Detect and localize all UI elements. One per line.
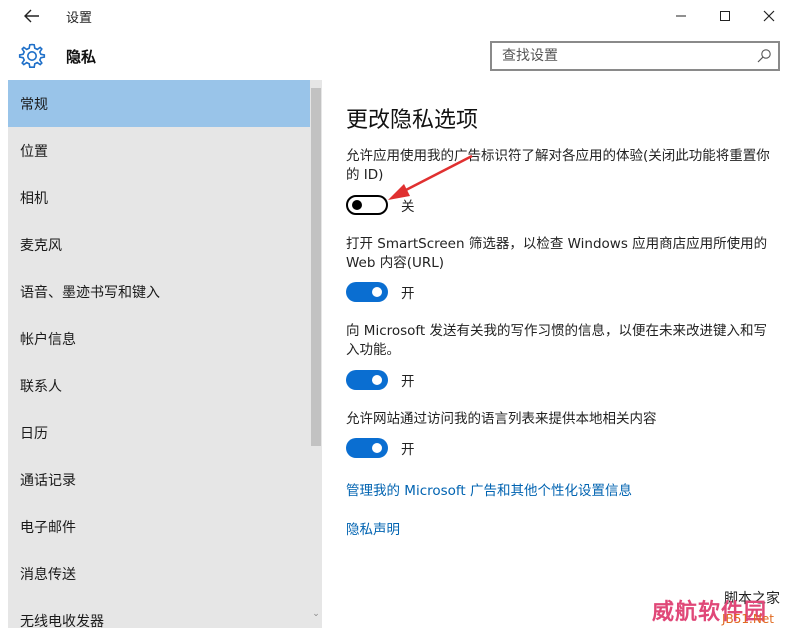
toggle-knob — [352, 200, 362, 210]
scroll-down-icon[interactable]: ⌄ — [310, 608, 322, 620]
section-title: 更改隐私选项 — [346, 108, 479, 133]
toggle-knob — [372, 443, 382, 453]
sidebar-item-label: 相机 — [20, 190, 48, 207]
toggle-knob — [372, 375, 382, 385]
sidebar-edge — [0, 80, 8, 628]
search-icon[interactable] — [756, 48, 772, 64]
toggle-language-list[interactable] — [346, 438, 388, 458]
page-header: 隐私 — [0, 32, 800, 80]
search-input[interactable] — [492, 43, 748, 69]
annotation-arrow-icon — [388, 154, 473, 200]
sidebar-item-label: 通话记录 — [20, 472, 76, 489]
minimize-button[interactable] — [658, 0, 704, 32]
sidebar-item-general[interactable]: 常规 — [8, 80, 310, 127]
manage-ads-link[interactable]: 管理我的 Microsoft 广告和其他个性化设置信息 — [346, 479, 632, 499]
toggle-knob — [372, 287, 382, 297]
sidebar: 常规 位置 相机 麦克风 语音、墨迹书写和键入 帐户信息 联系人 日历 通话记录… — [0, 80, 322, 628]
toggle-writing[interactable] — [346, 370, 388, 390]
sidebar-item-label: 日历 — [20, 425, 48, 442]
sidebar-item-speech-inking-typing[interactable]: 语音、墨迹书写和键入 — [8, 268, 310, 315]
setting-smartscreen-row: 开 — [346, 281, 415, 303]
title-bar: 设置 — [0, 0, 800, 32]
watermark-site-text: JB51.Net — [722, 612, 774, 626]
sidebar-item-call-history[interactable]: 通话记录 — [8, 456, 310, 503]
sidebar-item-microphone[interactable]: 麦克风 — [8, 221, 310, 268]
gear-icon — [18, 43, 46, 68]
scrollbar-thumb[interactable] — [311, 88, 321, 446]
settings-window: 设置 隐私 常规 位置 — [0, 0, 800, 628]
sidebar-item-camera[interactable]: 相机 — [8, 174, 310, 221]
toggle-state-label: 开 — [401, 286, 415, 302]
setting-writing-row: 开 — [346, 369, 415, 391]
sidebar-item-label: 无线电收发器 — [20, 613, 104, 628]
sidebar-item-label: 帐户信息 — [20, 331, 76, 348]
privacy-statement-link[interactable]: 隐私声明 — [346, 518, 400, 538]
window-title: 设置 — [66, 11, 93, 26]
sidebar-item-label: 常规 — [20, 96, 48, 113]
toggle-state-label: 开 — [401, 442, 415, 458]
sidebar-item-contacts[interactable]: 联系人 — [8, 362, 310, 409]
sidebar-item-messaging[interactable]: 消息传送 — [8, 550, 310, 597]
sidebar-item-email[interactable]: 电子邮件 — [8, 503, 310, 550]
minimize-icon — [676, 15, 686, 17]
sidebar-list: 常规 位置 相机 麦克风 语音、墨迹书写和键入 帐户信息 联系人 日历 通话记录… — [8, 80, 310, 628]
search-box[interactable] — [490, 41, 780, 71]
sidebar-item-location[interactable]: 位置 — [8, 127, 310, 174]
close-button[interactable] — [746, 0, 792, 32]
sidebar-item-account-info[interactable]: 帐户信息 — [8, 315, 310, 362]
page-title: 隐私 — [66, 48, 97, 66]
sidebar-item-label: 联系人 — [20, 378, 62, 395]
sidebar-item-radios[interactable]: 无线电收发器 — [8, 597, 310, 628]
maximize-button[interactable] — [702, 0, 748, 32]
toggle-smartscreen[interactable] — [346, 282, 388, 302]
sidebar-item-label: 位置 — [20, 143, 48, 160]
setting-description-writing: 向 Microsoft 发送有关我的写作习惯的信息，以便在未来改进键入和写入功能… — [346, 323, 768, 358]
toggle-state-label: 开 — [401, 374, 415, 390]
sidebar-item-label: 麦克风 — [20, 237, 62, 254]
setting-description-language-list: 允许网站通过访问我的语言列表来提供本地相关内容 — [346, 411, 657, 427]
setting-language-list-row: 开 — [346, 437, 415, 459]
back-button[interactable] — [16, 4, 48, 28]
maximize-icon — [720, 11, 730, 21]
sidebar-item-calendar[interactable]: 日历 — [8, 409, 310, 456]
close-icon — [763, 10, 775, 22]
sidebar-item-label: 语音、墨迹书写和键入 — [20, 284, 160, 301]
back-arrow-icon — [24, 9, 39, 23]
setting-description-smartscreen: 打开 SmartScreen 筛选器，以检查 Windows 应用商店应用所使用… — [346, 236, 768, 271]
sidebar-item-label: 电子邮件 — [20, 519, 76, 536]
sidebar-item-label: 消息传送 — [20, 566, 76, 583]
sidebar-scrollbar[interactable]: ⌄ — [310, 80, 322, 628]
